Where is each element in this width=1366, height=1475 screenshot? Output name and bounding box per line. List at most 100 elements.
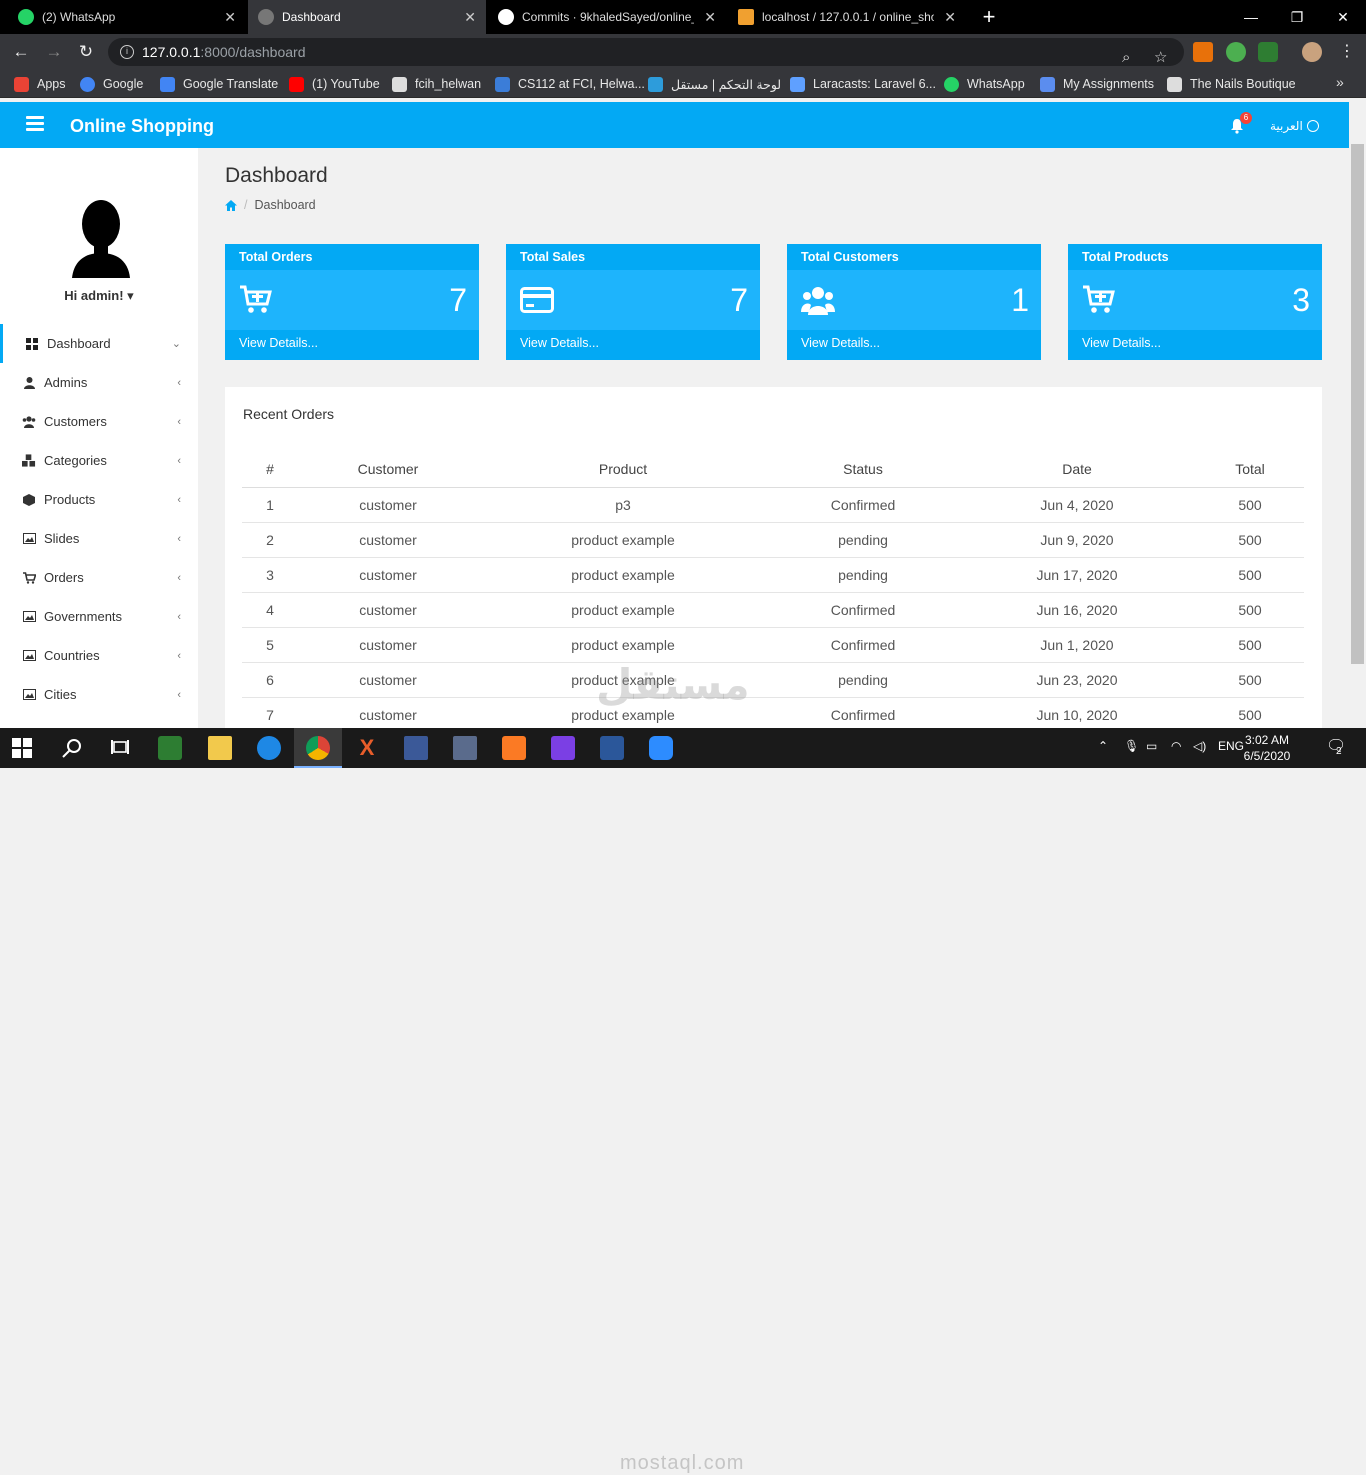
tab-dashboard[interactable]: Dashboard ✕: [248, 0, 486, 34]
sidebar-item-cities[interactable]: Cities ‹: [0, 675, 198, 714]
close-icon[interactable]: ✕: [944, 9, 956, 26]
volume-icon[interactable]: ◁): [1193, 739, 1206, 753]
minimize-button[interactable]: —: [1228, 0, 1274, 34]
watermark-site: mostaql.com: [620, 1452, 745, 1474]
chevron-up-icon[interactable]: ⌃: [1098, 739, 1108, 753]
sidebar-item-orders[interactable]: Orders ‹: [0, 558, 198, 597]
more-bookmarks-icon[interactable]: »: [1336, 74, 1344, 90]
close-icon[interactable]: ✕: [224, 9, 236, 26]
language-switcher[interactable]: العربية: [1270, 119, 1319, 133]
tab-github-commits[interactable]: Commits · 9khaledSayed/online_ ✕: [488, 0, 726, 34]
sidebar-item-admins[interactable]: Admins ‹: [0, 363, 198, 402]
store-icon[interactable]: [158, 736, 182, 760]
sidebar-item-countries[interactable]: Countries ‹: [0, 636, 198, 675]
globe-icon: [258, 9, 274, 25]
phpstorm-icon[interactable]: [551, 736, 575, 760]
column-header: Date: [958, 451, 1196, 488]
sidebar-item-slides[interactable]: Slides ‹: [0, 519, 198, 558]
image-icon: [22, 649, 36, 662]
zoom-icon[interactable]: [649, 736, 673, 760]
profile-avatar[interactable]: [1302, 42, 1322, 62]
edge-icon[interactable]: [257, 736, 281, 760]
extension-icon[interactable]: [1226, 42, 1246, 62]
sidebar-item-label: Governments: [44, 609, 123, 624]
game-icon-2[interactable]: [453, 736, 477, 760]
system-clock[interactable]: 3:02 AM 6/5/2020: [1232, 732, 1302, 764]
home-icon[interactable]: [225, 199, 237, 211]
view-details-link[interactable]: View Details...: [1082, 336, 1161, 350]
tab-label: Commits · 9khaledSayed/online_: [522, 10, 695, 24]
zoom-icon[interactable]: ⌕: [1122, 44, 1130, 72]
forward-button[interactable]: →: [43, 41, 65, 63]
tab-whatsapp[interactable]: (2) WhatsApp ✕: [8, 0, 246, 34]
address-bar[interactable]: i 127.0.0.1:8000/dashboard ⌕ ☆: [108, 38, 1184, 66]
bookmark-apps[interactable]: Apps: [14, 75, 66, 93]
battery-icon[interactable]: ▭: [1146, 739, 1157, 753]
bookmark-nails-boutique[interactable]: The Nails Boutique: [1167, 75, 1296, 93]
order-status: Confirmed: [768, 487, 958, 523]
sidebar-item-governments[interactable]: Governments ‹: [0, 597, 198, 636]
bookmark-whatsapp[interactable]: WhatsApp: [944, 75, 1025, 93]
close-icon[interactable]: ✕: [704, 9, 716, 26]
brand-title[interactable]: Online Shopping: [70, 116, 214, 137]
stat-card-total-products: Total Products 3 View Details...: [1068, 244, 1322, 360]
restore-button[interactable]: ❐: [1274, 0, 1320, 34]
close-icon[interactable]: ✕: [464, 9, 476, 26]
info-icon[interactable]: i: [120, 45, 134, 59]
sidebar-item-customers[interactable]: Customers ‹: [0, 402, 198, 441]
order-total: 500: [1196, 487, 1304, 523]
file-explorer-icon[interactable]: [208, 736, 232, 760]
bookmark-star-icon[interactable]: ☆: [1154, 44, 1167, 72]
close-window-button[interactable]: ✕: [1320, 0, 1366, 34]
tab-phpmyadmin[interactable]: localhost / 127.0.0.1 / online_sho ✕: [728, 0, 966, 34]
view-details-link[interactable]: View Details...: [520, 336, 599, 350]
view-details-link[interactable]: View Details...: [239, 336, 318, 350]
view-details-link[interactable]: View Details...: [801, 336, 880, 350]
bookmark-my-assignments[interactable]: My Assignments: [1040, 75, 1154, 93]
bookmark-google-translate[interactable]: Google Translate: [160, 75, 278, 93]
bookmark-google[interactable]: Google: [80, 75, 143, 93]
bookmark-fcih-helwan[interactable]: fcih_helwan: [392, 75, 481, 93]
key-extension-icon[interactable]: [1193, 42, 1213, 62]
chrome-icon[interactable]: [306, 736, 330, 760]
bookmark-youtube[interactable]: (1) YouTube: [289, 75, 380, 93]
xampp-icon[interactable]: [502, 736, 526, 760]
search-icon[interactable]: [62, 738, 82, 758]
sidebar-item-products[interactable]: Products ‹: [0, 480, 198, 519]
back-button[interactable]: ←: [10, 41, 32, 63]
home-icon: [1167, 76, 1182, 92]
apps-grid-icon: [14, 76, 29, 92]
task-view-icon[interactable]: [110, 738, 130, 758]
word-icon[interactable]: [600, 736, 624, 760]
bookmark-mostaql[interactable]: لوحة التحكم | مستقل: [648, 75, 781, 93]
image-icon: [22, 688, 36, 701]
sidebar-item-dashboard[interactable]: Dashboard ⌄: [0, 324, 198, 363]
reload-button[interactable]: ↻: [75, 41, 97, 63]
watermark-logo: مستقل: [596, 661, 750, 708]
image-icon: [22, 532, 36, 545]
translate-icon: [160, 76, 175, 92]
game-icon[interactable]: [404, 736, 428, 760]
wifi-icon[interactable]: ◠: [1171, 739, 1181, 753]
page-scrollbar[interactable]: [1349, 98, 1366, 728]
order-date: Jun 23, 2020: [958, 662, 1196, 698]
bookmark-laracasts[interactable]: Laracasts: Laravel 6...: [790, 75, 936, 93]
scrollbar-thumb[interactable]: [1351, 144, 1364, 664]
breadcrumb-current: Dashboard: [254, 198, 316, 212]
xampp-x-icon[interactable]: X: [355, 736, 379, 760]
chevron-left-icon: ‹: [177, 415, 181, 428]
order-date: Jun 16, 2020: [958, 592, 1196, 628]
menu-toggle-icon[interactable]: [26, 116, 44, 131]
windows-start-icon[interactable]: [12, 738, 32, 758]
checker-extension-icon[interactable]: [1258, 42, 1278, 62]
column-header: Total: [1196, 451, 1304, 488]
fcih-icon: [392, 76, 407, 92]
new-tab-button[interactable]: +: [976, 4, 1002, 30]
user-greeting-dropdown[interactable]: Hi admin! ▾: [0, 288, 198, 304]
cube-icon: [22, 493, 36, 506]
sidebar-item-categories[interactable]: Categories ‹: [0, 441, 198, 480]
bookmark-cs112[interactable]: CS112 at FCI, Helwa...: [495, 75, 645, 93]
microphone-icon[interactable]: 🎙: [1124, 739, 1139, 753]
top-navbar: Online Shopping 6 العربية: [0, 102, 1349, 148]
browser-menu-icon[interactable]: ⋮: [1336, 41, 1358, 63]
